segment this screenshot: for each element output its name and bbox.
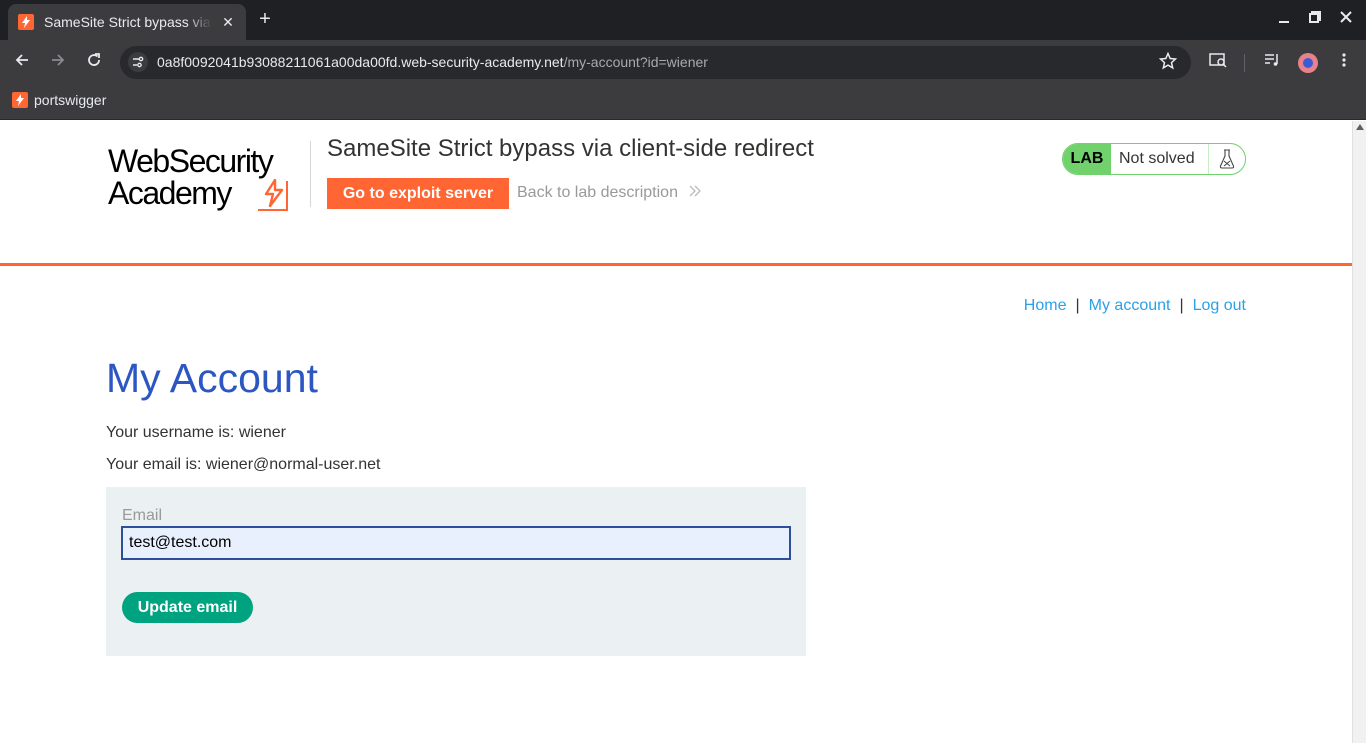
lab-status-badge: LAB Not solved xyxy=(1062,143,1246,175)
search-tabs-icon[interactable] xyxy=(1207,52,1229,74)
browser-toolbar: 0a8f0092041b93088211061a00da00fd.web-sec… xyxy=(0,40,1366,86)
bookmark-label: portswigger xyxy=(34,92,107,108)
page-scrollbar[interactable] xyxy=(1352,121,1366,743)
nav-separator: | xyxy=(1179,297,1184,314)
tab-title: SameSite Strict bypass via client-side r… xyxy=(44,14,212,30)
portswigger-favicon-icon xyxy=(18,14,34,30)
bookmarks-bar: portswigger xyxy=(0,86,1366,120)
header-divider xyxy=(310,141,311,207)
flask-icon xyxy=(1209,144,1245,174)
email-label: Email xyxy=(122,507,163,524)
more-menu-icon[interactable] xyxy=(1333,52,1355,74)
url-host: 0a8f0092041b93088211061a00da00fd.web-sec… xyxy=(157,54,564,70)
change-email-form: Email Update email xyxy=(106,487,806,656)
bookmark-star-icon[interactable] xyxy=(1158,51,1178,75)
nav-separator: | xyxy=(1075,297,1080,314)
address-bar[interactable]: 0a8f0092041b93088211061a00da00fd.web-sec… xyxy=(120,46,1191,79)
minimize-icon[interactable] xyxy=(1274,10,1294,30)
top-navigation: Home | My account | Log out xyxy=(1024,297,1246,315)
forward-arrow-icon[interactable] xyxy=(47,52,69,74)
media-controls-icon[interactable] xyxy=(1261,52,1283,74)
email-input[interactable] xyxy=(121,526,791,560)
browser-tab-strip: SameSite Strict bypass via client-side r… xyxy=(0,0,1366,40)
site-settings-icon[interactable] xyxy=(128,52,148,72)
web-page: WebSecurity Academy SameSite Strict bypa… xyxy=(0,121,1352,743)
close-window-icon[interactable] xyxy=(1336,10,1356,30)
lab-status-text: Not solved xyxy=(1111,144,1209,174)
new-tab-button[interactable]: + xyxy=(254,8,276,30)
lab-title: SameSite Strict bypass via client-side r… xyxy=(327,135,814,162)
email-text: Your email is: wiener@normal-user.net xyxy=(106,456,381,473)
back-to-lab-description-link[interactable]: Back to lab description xyxy=(517,184,702,202)
back-arrow-icon[interactable] xyxy=(11,52,33,74)
toolbar-divider xyxy=(1244,54,1245,72)
bookmark-portswigger[interactable]: portswigger xyxy=(12,92,106,108)
logo-line2: Academy xyxy=(108,175,232,211)
tab-close-icon[interactable]: ✕ xyxy=(220,14,236,31)
url-path: /my-account?id=wiener xyxy=(563,54,708,70)
update-email-button[interactable]: Update email xyxy=(122,592,253,623)
lab-badge-label: LAB xyxy=(1063,144,1111,174)
page-title: My Account xyxy=(106,355,318,401)
double-chevron-right-icon xyxy=(689,185,702,197)
nav-home-link[interactable]: Home xyxy=(1024,297,1067,314)
username-text: Your username is: wiener xyxy=(106,424,286,441)
nav-log-out-link[interactable]: Log out xyxy=(1193,297,1246,314)
restore-icon[interactable] xyxy=(1305,10,1325,30)
logo-bolt-icon xyxy=(264,179,284,207)
nav-my-account-link[interactable]: My account xyxy=(1089,297,1171,314)
scroll-up-arrow-icon[interactable] xyxy=(1356,124,1364,130)
header-orange-rule xyxy=(0,263,1352,266)
browser-tab[interactable]: SameSite Strict bypass via client-side r… xyxy=(8,4,246,40)
reload-icon[interactable] xyxy=(83,52,105,74)
profile-avatar[interactable] xyxy=(1298,53,1318,73)
url-text: 0a8f0092041b93088211061a00da00fd.web-sec… xyxy=(157,54,708,70)
portswigger-bookmark-icon xyxy=(12,92,28,108)
go-to-exploit-server-button[interactable]: Go to exploit server xyxy=(327,178,509,209)
back-link-label: Back to lab description xyxy=(517,184,678,201)
web-security-academy-logo[interactable]: WebSecurity Academy xyxy=(108,143,308,215)
